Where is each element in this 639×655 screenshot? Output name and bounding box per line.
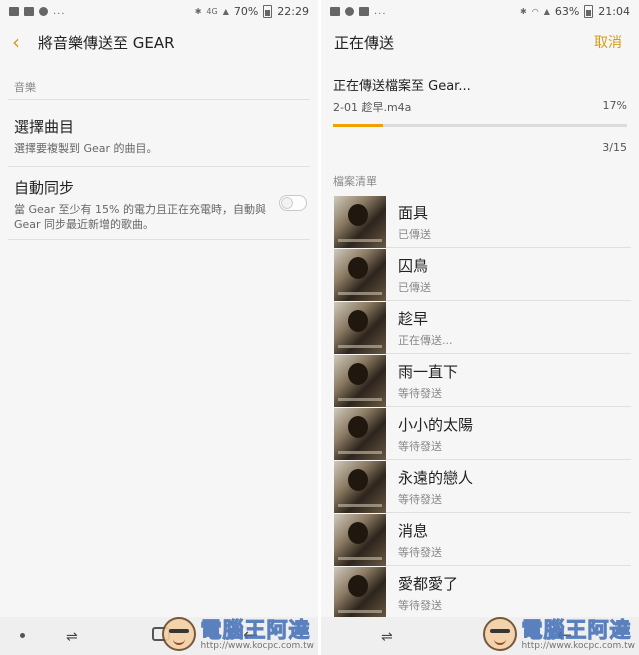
file-list-item[interactable]: 面具 已傳送 xyxy=(321,195,639,248)
track-name: 趁早 xyxy=(398,309,429,328)
app-bar: 正在傳送 取消 xyxy=(321,22,639,62)
album-art-image xyxy=(334,460,386,513)
battery-icon xyxy=(263,4,273,18)
album-art-image xyxy=(334,195,386,248)
transfer-title: 正在傳送檔案至 Gear... xyxy=(333,79,471,94)
youtube-icon xyxy=(39,6,48,16)
more-notifications: ... xyxy=(53,5,66,17)
left-screen: ... ✱ 4G ▲ 70% 22:29 ‹ 將音樂傳送至 GEAR 音樂 選擇… xyxy=(0,0,318,655)
battery-icon xyxy=(584,4,594,18)
select-tracks-title: 選擇曲目 xyxy=(14,118,75,136)
file-list-item[interactable]: 雨一直下 等待發送 xyxy=(321,354,639,407)
progress-bar xyxy=(333,124,627,127)
file-list-item[interactable]: 永遠的戀人 等待發送 xyxy=(321,460,639,513)
track-name: 消息 xyxy=(398,521,429,540)
track-name: 永遠的戀人 xyxy=(398,468,474,487)
file-list-item[interactable]: 小小的太陽 等待發送 xyxy=(321,407,639,460)
auto-sync-item[interactable]: 自動同步 當 Gear 至少有 15% 的電力且正在充電時，自動與 Gear 同… xyxy=(0,167,318,232)
more-notifications: ... xyxy=(374,5,387,17)
bluetooth-icon: ✱ xyxy=(520,6,527,16)
track-status: 等待發送 xyxy=(398,439,442,453)
select-tracks-subtitle: 選擇要複製到 Gear 的曲目。 xyxy=(14,142,158,155)
app-bar: ‹ 將音樂傳送至 GEAR xyxy=(0,22,318,62)
clock: 21:04 xyxy=(598,4,630,18)
track-name: 小小的太陽 xyxy=(398,415,474,434)
clock: 22:29 xyxy=(277,4,309,18)
track-name: 愛都愛了 xyxy=(398,574,459,593)
track-status: 等待發送 xyxy=(398,598,442,612)
gallery-icon xyxy=(9,6,19,16)
divider xyxy=(8,239,310,240)
file-list-item[interactable]: 趁早正在傳送... xyxy=(321,301,639,354)
message-icon xyxy=(359,6,369,16)
music-icon xyxy=(345,6,354,16)
progress-fill xyxy=(333,124,383,127)
album-art-image xyxy=(334,354,386,407)
gallery-icon xyxy=(330,6,340,16)
wifi-icon: ◠ xyxy=(531,6,539,16)
toggle-knob xyxy=(281,197,293,209)
battery-percent: 63% xyxy=(554,4,580,18)
track-status: 等待發送 xyxy=(398,545,442,559)
back-arrow-icon[interactable]: ‹ xyxy=(0,30,38,54)
recent-apps-icon[interactable]: ⇌ xyxy=(381,629,393,645)
transfer-panel: 正在傳送檔案至 Gear... 2-01 趁早.m4a 17% 3/15 xyxy=(321,75,639,154)
track-name: 囚鳥 xyxy=(398,256,429,275)
network-type: 4G xyxy=(206,6,218,16)
watermark-brand: 電腦王阿達 xyxy=(521,618,632,642)
section-header-music: 音樂 xyxy=(14,81,36,94)
album-art-image xyxy=(334,566,386,619)
track-name: 面具 xyxy=(398,203,429,222)
right-screen: ... ✱ ◠ ▲ 63% 21:04 正在傳送 取消 正在傳送檔案至 Gear… xyxy=(321,0,639,655)
auto-sync-subtitle: 當 Gear 至少有 15% 的電力且正在充電時，自動與 Gear 同步最近新增… xyxy=(14,203,266,231)
watermark-brand: 電腦王阿達 xyxy=(200,618,311,642)
cancel-button[interactable]: 取消 xyxy=(594,32,622,52)
track-status: 等待發送 xyxy=(398,492,442,506)
status-bar: ... ✱ 4G ▲ 70% 22:29 xyxy=(0,0,318,22)
track-status: 正在傳送... xyxy=(398,333,453,347)
track-status: 已傳送 xyxy=(398,280,431,294)
watermark-mascot-icon xyxy=(162,617,197,651)
auto-sync-title: 自動同步 xyxy=(14,179,75,197)
file-list-item[interactable]: 消息 等待發送 xyxy=(321,513,639,566)
select-tracks-item[interactable]: 選擇曲目 選擇要複製到 Gear 的曲目。 xyxy=(0,100,318,156)
file-list: 面具 已傳送 囚鳥 已傳送 趁早 正在傳送... 雨一直下 等待發送 小小的太陽 等待發送 永遠的戀… xyxy=(321,195,639,619)
album-art-image xyxy=(334,301,386,354)
watermark: 電腦王阿達 http://www.kocpc.com.tw xyxy=(162,617,314,651)
bluetooth-icon: ✱ xyxy=(194,6,202,16)
track-status: 等待發送 xyxy=(398,386,442,400)
nav-dot-icon[interactable] xyxy=(20,633,25,638)
signal-icon: ▲ xyxy=(543,6,550,16)
album-art-image xyxy=(334,407,386,460)
file-list-item[interactable]: 囚鳥 已傳送 xyxy=(321,248,639,301)
status-bar: ... ✱ ◠ ▲ 63% 21:04 xyxy=(321,0,639,22)
transfer-counter: 3/15 xyxy=(602,141,627,154)
transfer-filename: 2-01 趁早.m4a xyxy=(333,101,412,114)
watermark: 電腦王阿達 http://www.kocpc.com.tw xyxy=(483,617,635,651)
file-list-header: 檔案清單 xyxy=(333,175,377,188)
recent-apps-icon[interactable]: ⇌ xyxy=(66,629,78,645)
battery-percent: 70% xyxy=(233,4,259,18)
file-list-item[interactable]: 愛都愛了 等待發送 xyxy=(321,566,639,619)
signal-icon: ▲ xyxy=(222,6,229,16)
watermark-url: http://www.kocpc.com.tw xyxy=(521,641,635,651)
page-title: 正在傳送 xyxy=(334,33,395,52)
album-art-image xyxy=(334,513,386,566)
page-title: 將音樂傳送至 GEAR xyxy=(38,33,175,52)
watermark-url: http://www.kocpc.com.tw xyxy=(200,641,314,651)
facebook-icon xyxy=(24,6,34,16)
watermark-mascot-icon xyxy=(483,617,518,651)
track-status: 已傳送 xyxy=(398,227,431,241)
album-art-image xyxy=(334,248,386,301)
track-name: 雨一直下 xyxy=(398,362,459,381)
transfer-percent: 17% xyxy=(602,99,627,112)
auto-sync-toggle[interactable] xyxy=(279,195,307,211)
